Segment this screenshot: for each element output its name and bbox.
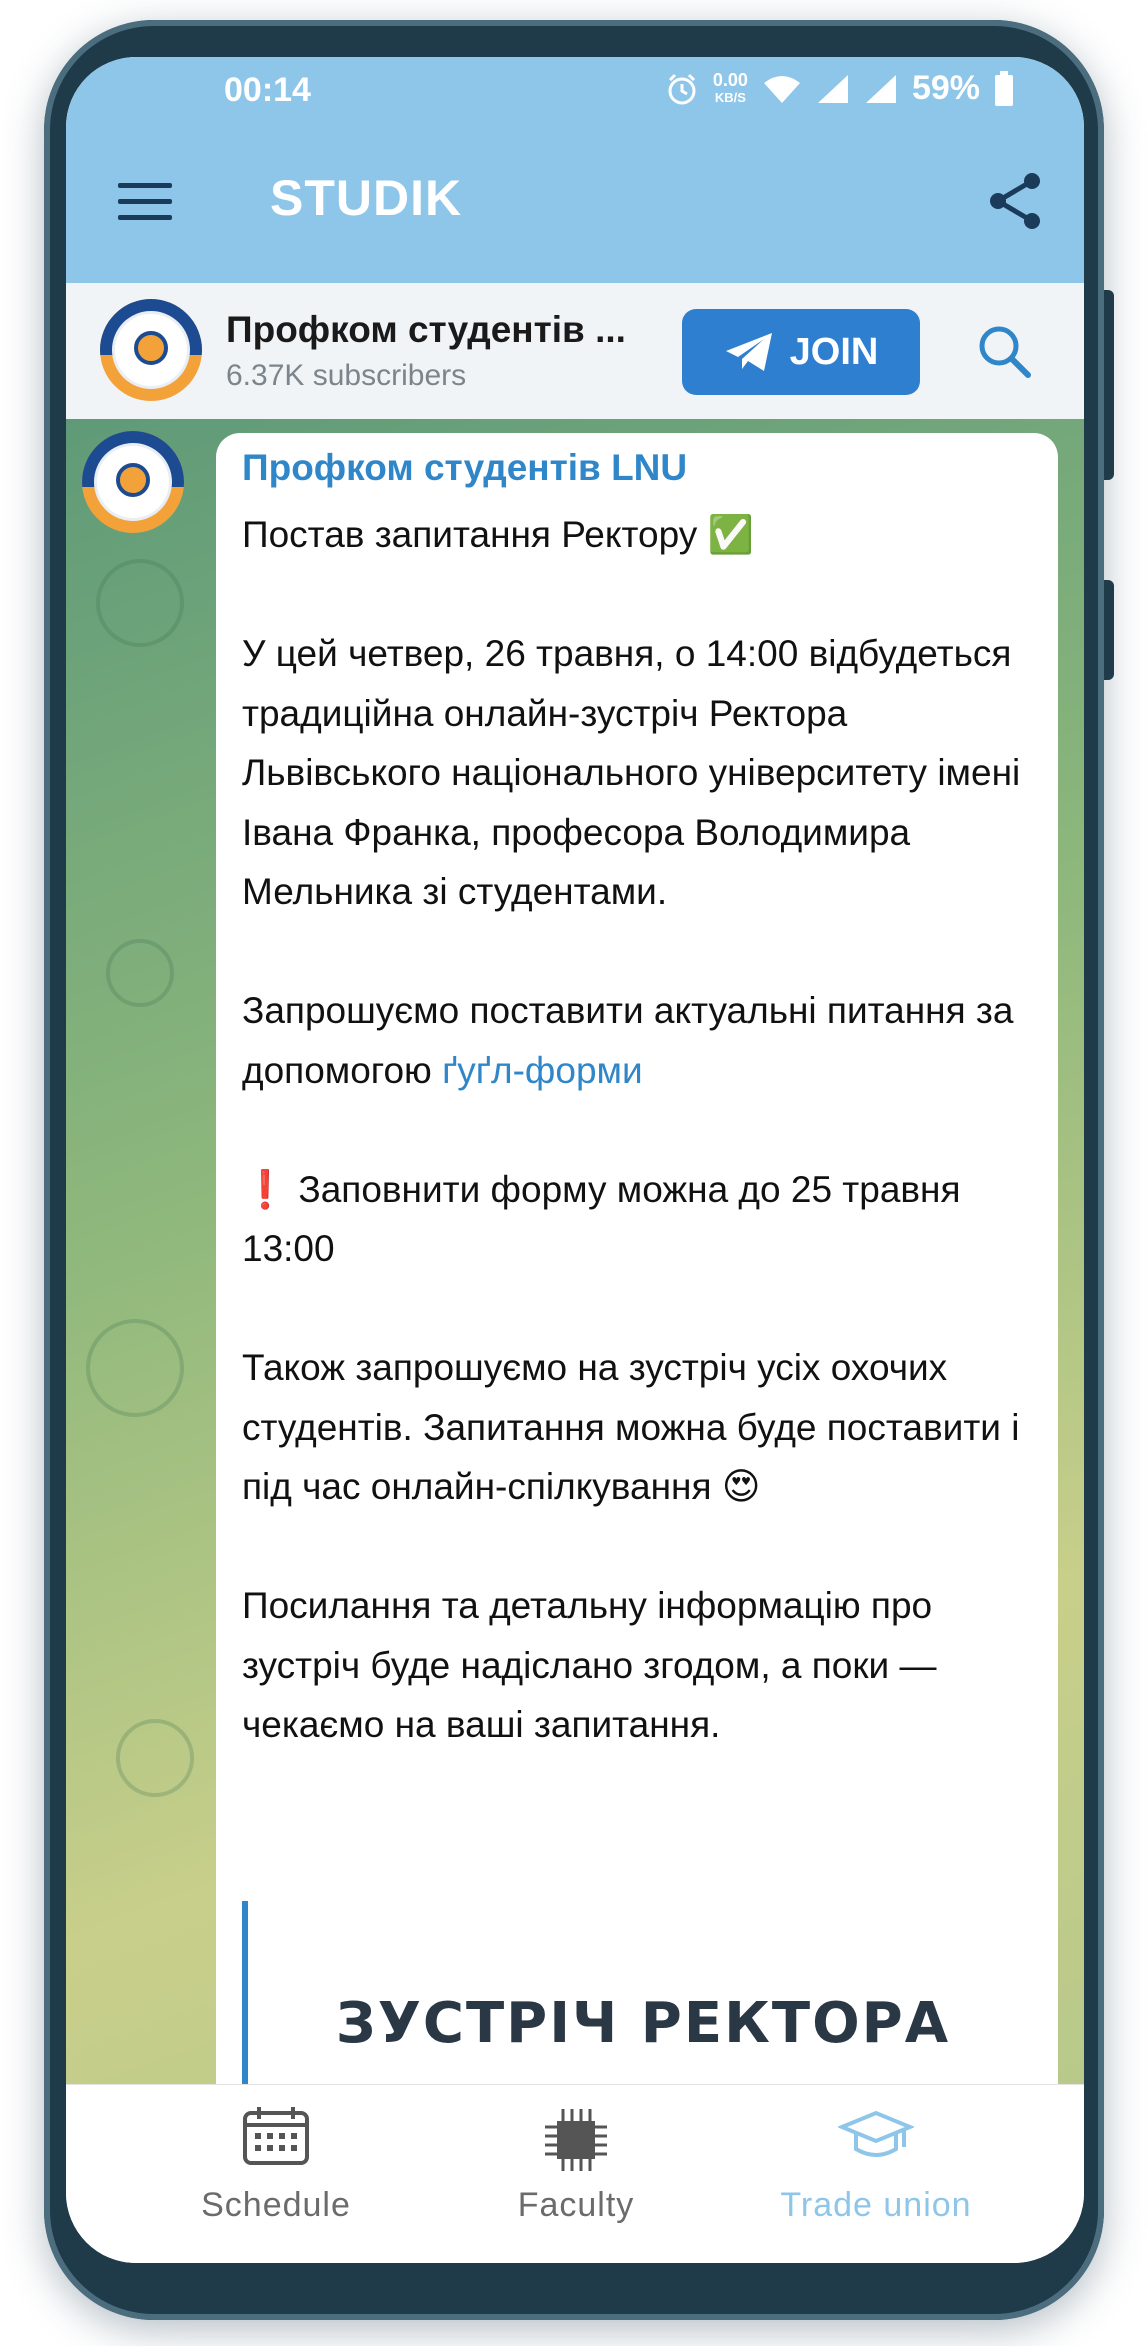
app-header: 00:14 0.00 KB/S 59% STUDIK — [66, 57, 1084, 283]
nav-trade-union[interactable]: Trade union — [726, 2105, 1026, 2225]
message-paragraph-2: Запрошуємо поставити актуальні питання з… — [242, 981, 1042, 1100]
nav-label-trade-union: Trade union — [780, 2186, 972, 2224]
exclamation-emoji: ❗ — [242, 1168, 289, 1210]
chip-icon — [545, 2109, 607, 2171]
nav-faculty[interactable]: Faculty — [426, 2105, 726, 2225]
channel-subscribers: 6.37K subscribers — [226, 359, 467, 392]
heart-eyes-emoji: 😍 — [721, 1466, 761, 1507]
hamburger-menu-icon[interactable] — [118, 183, 172, 223]
graduation-cap-icon — [836, 2110, 916, 2157]
message-sender: Профком студентів LNU — [242, 447, 688, 488]
network-speed: 0.00 KB/S — [712, 69, 748, 106]
message-title-line: Постав запитання Ректору ✅ — [242, 505, 1042, 565]
network-speed-value: 0.00 — [712, 69, 748, 90]
status-bar: 00:14 0.00 KB/S 59% — [66, 57, 1084, 127]
message-paragraph-3: ❗ Заповнити форму можна до 25 травня 13:… — [242, 1160, 1042, 1279]
background-doodle — [86, 1319, 184, 1417]
message-paragraph-1: У цей четвер, 26 травня, о 14:00 відбуде… — [242, 633, 1021, 912]
battery-percent: 59% — [911, 69, 980, 107]
share-icon[interactable] — [984, 169, 1048, 233]
background-doodle — [116, 1719, 194, 1797]
background-doodle — [96, 559, 184, 647]
search-icon[interactable] — [974, 321, 1034, 381]
telegram-icon — [725, 333, 772, 371]
link-preview[interactable]: ЗУСТРІЧ РЕКТОРА — [242, 1901, 1038, 2101]
message-paragraph-4: Також запрошуємо на зустріч усіх охочих … — [242, 1338, 1042, 1517]
battery-icon — [995, 70, 1013, 106]
message-bubble[interactable]: Профком студентів LNU Постав запитання Р… — [216, 433, 1058, 2101]
alarm-icon — [668, 73, 696, 104]
signal-icon-2 — [865, 74, 896, 103]
message-avatar — [82, 431, 184, 533]
volume-button — [1104, 290, 1114, 480]
calendar-icon — [243, 2107, 309, 2165]
app-title: STUDIK — [270, 170, 463, 226]
chat-area: Профком студентів LNU Постав запитання Р… — [66, 419, 1084, 2101]
join-label: JOIN — [789, 330, 879, 373]
join-button[interactable]: JOIN — [682, 309, 920, 395]
message-paragraph-5: Посилання та детальну інформацію про зус… — [242, 1585, 937, 1745]
message-title: Постав запитання Ректору — [242, 514, 698, 555]
channel-header[interactable]: Профком студентів ... 6.37K subscribers … — [66, 283, 1084, 420]
nav-label-schedule: Schedule — [201, 2186, 351, 2224]
power-button — [1104, 580, 1114, 680]
signal-icon — [817, 74, 848, 103]
nav-label-faculty: Faculty — [517, 2186, 635, 2224]
paragraph-3-text: Заповнити форму можна до 25 травня 13:00 — [242, 1168, 961, 1270]
google-form-link[interactable]: ґуґл-форми — [442, 1050, 643, 1091]
status-time: 00:14 — [224, 71, 311, 109]
bottom-navigation: Schedule Faculty Trade union — [66, 2084, 1084, 2263]
message-text: Постав запитання Ректору ✅ У цей четвер,… — [242, 505, 1042, 1755]
channel-avatar — [100, 299, 202, 401]
link-preview-title: ЗУСТРІЧ РЕКТОРА — [335, 1991, 951, 2056]
channel-name: Профком студентів ... — [226, 309, 626, 350]
wifi-icon — [763, 75, 800, 103]
background-doodle — [106, 939, 174, 1007]
network-speed-unit: KB/S — [714, 89, 746, 105]
status-icons: 0.00 KB/S 59% — [665, 69, 1014, 108]
paragraph-4-text: Також запрошуємо на зустріч усіх охочих … — [242, 1347, 1020, 1507]
check-emoji: ✅ — [707, 514, 754, 555]
nav-schedule[interactable]: Schedule — [126, 2105, 426, 2225]
screen: 00:14 0.00 KB/S 59% STUDIK Профком студе… — [66, 57, 1084, 2263]
